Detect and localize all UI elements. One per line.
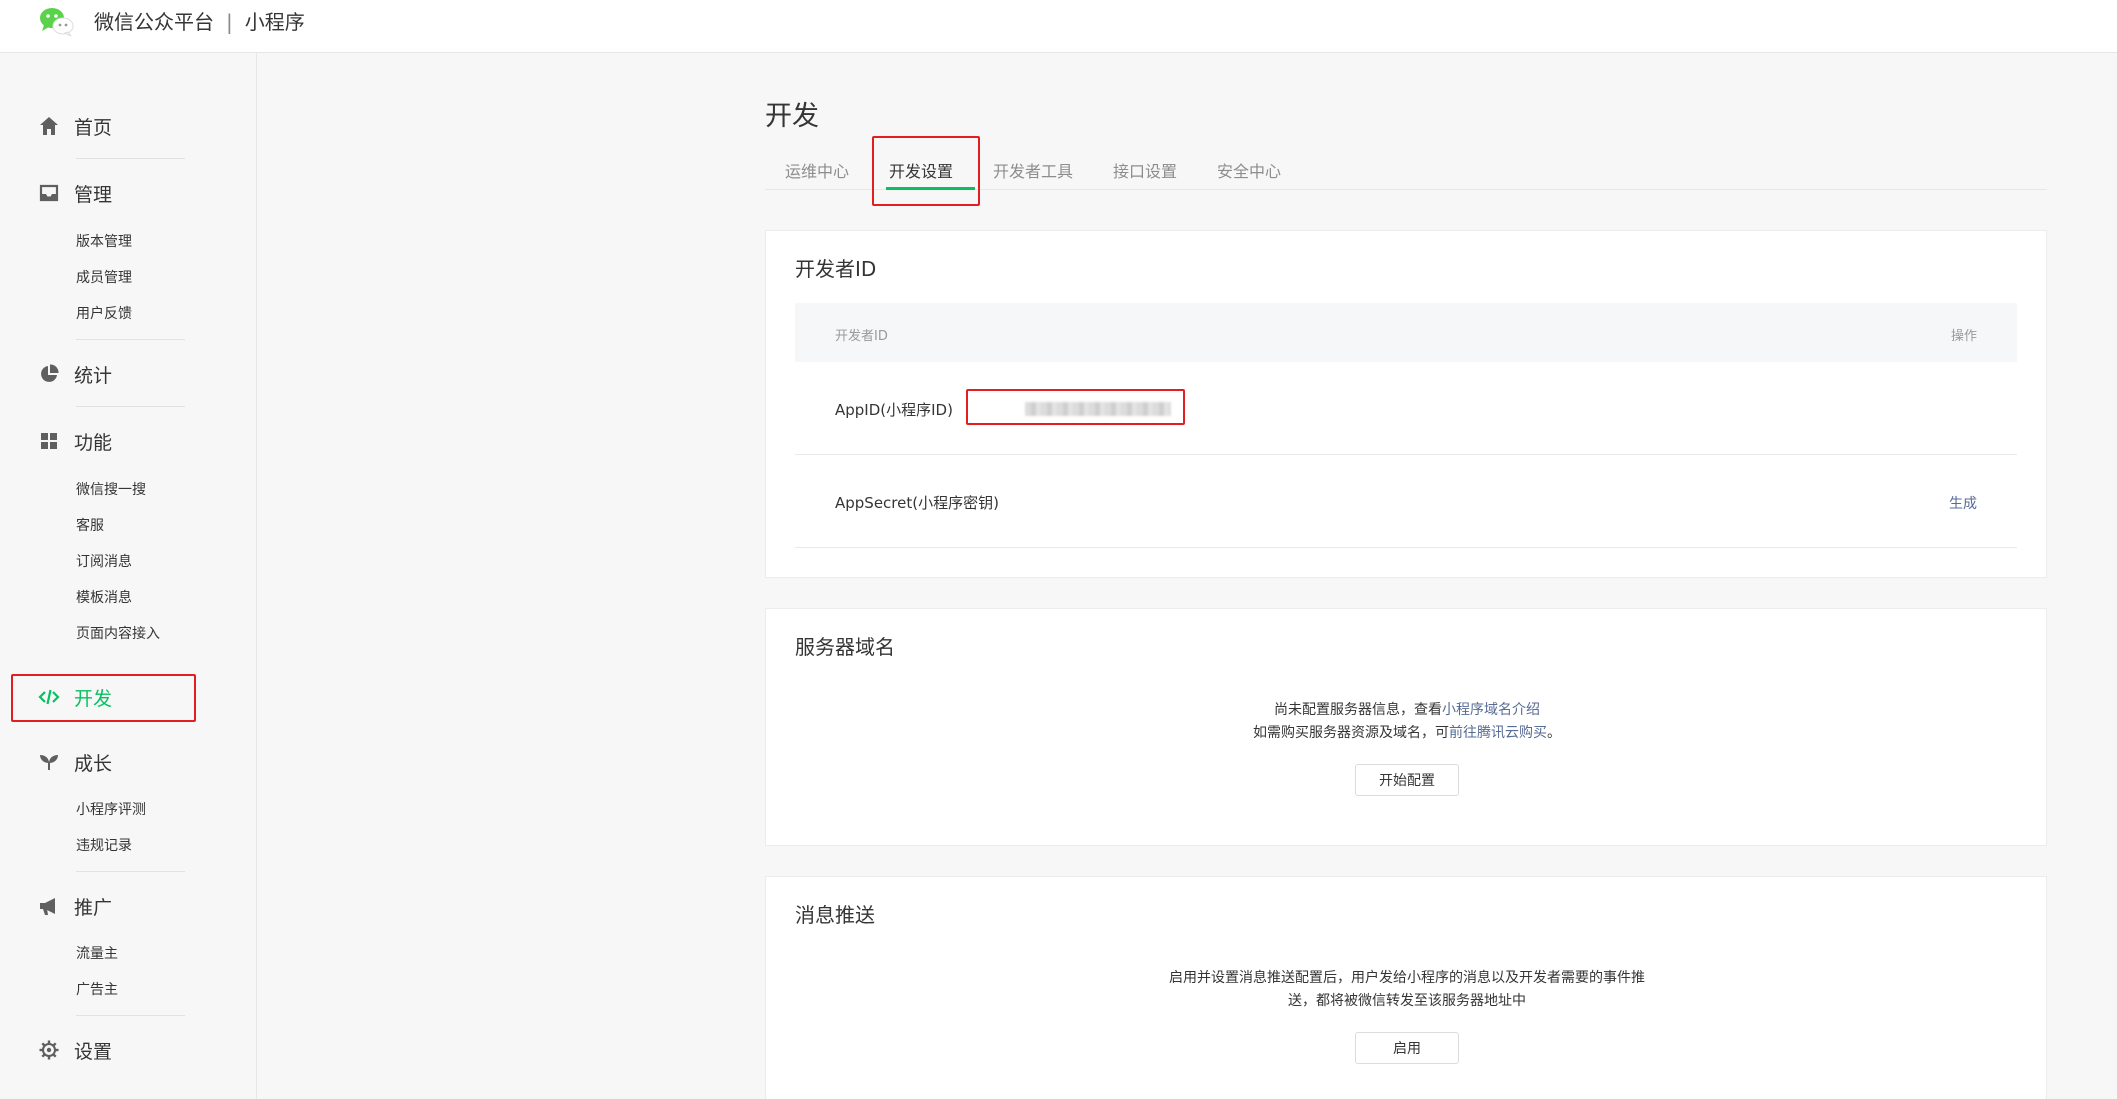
wechat-logo-icon[interactable] xyxy=(38,5,74,37)
divider xyxy=(76,871,185,872)
page-title: 开发 xyxy=(765,101,819,132)
sidebar-item-subscribe-message[interactable]: 订阅消息 xyxy=(76,553,132,571)
appsecret-label: AppSecret(小程序密钥) xyxy=(835,494,999,512)
appid-label: AppID(小程序ID) xyxy=(835,401,953,419)
brand-title[interactable]: 微信公众平台 | 小程序 xyxy=(94,6,305,35)
sidebar-item-traffic-owner[interactable]: 流量主 xyxy=(76,945,118,963)
push-info-line: 启用并设置消息推送配置后，用户发给小程序的消息以及开发者需要的事件推 xyxy=(1169,970,1645,986)
card-title: 开发者ID xyxy=(795,257,877,281)
server-buy-prefix: 如需购买服务器资源及域名，可 xyxy=(1253,725,1449,741)
divider xyxy=(76,158,185,159)
sidebar-item-develop[interactable]: 开发 xyxy=(38,682,112,712)
divider xyxy=(76,406,185,407)
card-title: 服务器域名 xyxy=(795,635,895,659)
enable-push-button[interactable]: 启用 xyxy=(1355,1032,1459,1064)
generate-secret-link[interactable]: 生成 xyxy=(1949,493,1977,513)
sidebar-item-label: 统计 xyxy=(74,364,113,387)
sidebar-item-template-message[interactable]: 模板消息 xyxy=(76,589,132,607)
tab-developer-tools[interactable]: 开发者工具 xyxy=(993,158,1073,182)
server-buy-suffix: 。 xyxy=(1547,725,1561,741)
code-icon xyxy=(38,686,60,708)
pie-chart-icon xyxy=(38,363,60,385)
sidebar-item-promote[interactable]: 推广 xyxy=(38,891,112,921)
sidebar-item-wechat-search[interactable]: 微信搜一搜 xyxy=(76,481,146,499)
column-header: 操作 xyxy=(1950,329,1977,344)
brand-separator: | xyxy=(226,10,233,34)
megaphone-icon xyxy=(38,895,60,917)
sidebar-item-label: 设置 xyxy=(74,1040,113,1063)
divider xyxy=(76,1015,185,1016)
sidebar-item-stats[interactable]: 统计 xyxy=(38,359,112,389)
inbox-icon xyxy=(38,182,60,204)
tab-api-settings[interactable]: 接口设置 xyxy=(1113,158,1177,182)
highlight-box xyxy=(872,136,980,206)
product-name: 小程序 xyxy=(244,10,305,34)
top-bar: 微信公众平台 | 小程序 xyxy=(0,0,2117,53)
sidebar-item-label: 成长 xyxy=(74,752,113,775)
sidebar-item-label: 管理 xyxy=(74,183,113,206)
sidebar-item-settings[interactable]: 设置 xyxy=(38,1035,112,1065)
domain-intro-link[interactable]: 小程序域名介绍 xyxy=(1442,702,1540,718)
developer-id-card: 开发者ID 开发者ID 操作 AppID(小程序ID) AppSecret(小程… xyxy=(765,230,2047,578)
sidebar-item-home[interactable]: 首页 xyxy=(38,111,112,141)
tab-operations-center[interactable]: 运维中心 xyxy=(785,158,849,182)
sidebar-item-label: 功能 xyxy=(74,431,113,454)
brand-name: 微信公众平台 xyxy=(94,10,214,34)
sidebar-item-advertiser[interactable]: 广告主 xyxy=(76,981,118,999)
sidebar-item-customer-service[interactable]: 客服 xyxy=(76,517,104,535)
table-header: 开发者ID 操作 xyxy=(795,303,2017,362)
card-title: 消息推送 xyxy=(795,903,875,927)
sidebar-item-label: 首页 xyxy=(74,116,113,139)
sidebar-item-version-manage[interactable]: 版本管理 xyxy=(76,233,132,251)
start-config-button[interactable]: 开始配置 xyxy=(1355,764,1459,796)
sidebar-item-label: 推广 xyxy=(74,896,113,919)
tab-security-center[interactable]: 安全中心 xyxy=(1217,158,1281,182)
server-info-prefix: 尚未配置服务器信息，查看 xyxy=(1274,702,1442,718)
sidebar-item-page-content[interactable]: 页面内容接入 xyxy=(76,625,160,643)
sidebar-item-manage[interactable]: 管理 xyxy=(38,178,112,208)
highlight-box xyxy=(966,389,1185,425)
push-info-line: 送，都将被微信转发至该服务器地址中 xyxy=(1288,993,1526,1009)
gear-icon xyxy=(38,1039,60,1061)
message-push-card: 消息推送 启用并设置消息推送配置后，用户发给小程序的消息以及开发者需要的事件推 … xyxy=(765,876,2047,1099)
sidebar-item-growth[interactable]: 成长 xyxy=(38,747,112,777)
table-row: AppSecret(小程序密钥) 生成 xyxy=(795,455,2017,548)
sidebar-item-user-feedback[interactable]: 用户反馈 xyxy=(76,305,132,323)
server-info-text: 尚未配置服务器信息，查看小程序域名介绍 xyxy=(766,699,2048,722)
home-icon xyxy=(38,115,60,137)
tencent-cloud-link[interactable]: 前往腾讯云购买 xyxy=(1449,725,1547,741)
divider xyxy=(76,339,185,340)
sidebar-item-features[interactable]: 功能 xyxy=(38,426,112,456)
sidebar: 首页 管理 版本管理 成员管理 用户反馈 统计 功能 微信搜一搜 客服 订阅消息… xyxy=(0,53,257,1099)
sidebar-item-mini-program-review[interactable]: 小程序评测 xyxy=(76,801,146,819)
sprout-icon xyxy=(38,751,60,773)
sidebar-item-violation-records[interactable]: 违规记录 xyxy=(76,837,132,855)
sidebar-item-label: 开发 xyxy=(74,687,113,710)
column-header: 开发者ID xyxy=(835,329,888,344)
server-buy-text: 如需购买服务器资源及域名，可前往腾讯云购买。 xyxy=(766,722,2048,745)
grid-icon xyxy=(38,430,60,452)
sidebar-item-member-manage[interactable]: 成员管理 xyxy=(76,269,132,287)
server-domain-card: 服务器域名 尚未配置服务器信息，查看小程序域名介绍 如需购买服务器资源及域名，可… xyxy=(765,608,2047,846)
